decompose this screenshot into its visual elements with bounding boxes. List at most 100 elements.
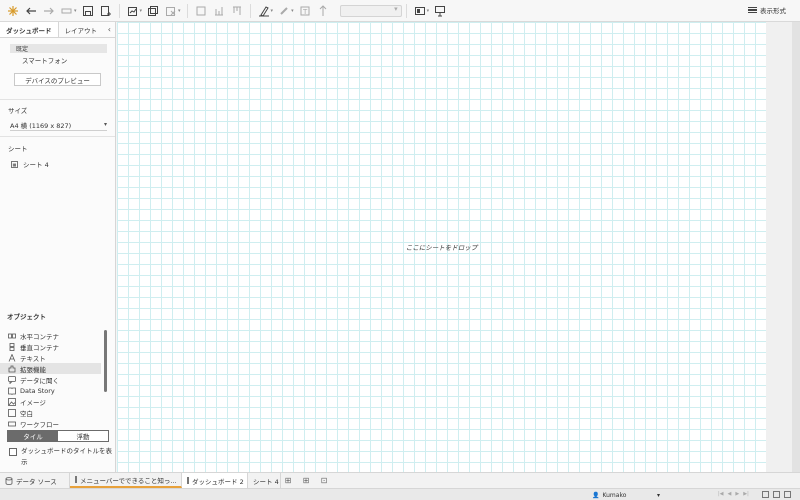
object-horizontal-container[interactable]: 水平コンテナ [0,330,101,341]
tab-menubar-story[interactable]: メニューバーでできること知っ... [70,473,182,488]
object-data-story[interactable]: Data Story [0,385,101,396]
size-select[interactable]: A4 横 (1169 x 827) [10,119,107,131]
presentation-mode-icon[interactable] [433,4,447,18]
sheet-item[interactable]: ▦ シート 4 [0,159,115,169]
extension-icon [8,365,16,373]
new-dashboard-icon[interactable]: ⊞ [299,473,313,488]
ask-data-icon [8,375,16,384]
object-image[interactable]: イメージ [0,396,101,407]
chevron-down-icon[interactable]: ▾ [271,8,274,14]
svg-text:T: T [302,8,308,16]
sheet-sorter-icon[interactable] [762,491,769,498]
object-text[interactable]: テキスト [0,352,101,363]
objects-scrollbar[interactable] [104,330,107,392]
swap-rows-columns-icon[interactable] [194,4,208,18]
horizontal-container-icon [8,332,16,340]
tab-label: データ ソース [16,477,57,486]
filmstrip-icon[interactable] [773,491,780,498]
panel-tabs: ダッシュボード レイアウト ‹ [0,22,115,38]
objects-title: オブジェクト [7,313,46,321]
duplicate-sheet-icon[interactable] [146,4,160,18]
show-me-button[interactable]: 表示形式 [748,5,786,15]
show-cards-icon[interactable] [413,4,427,18]
object-label: 水平コンテナ [20,332,59,341]
toolbar: ▾ ▾ ▾ ▾ ▾ T ▾ 表示形式 [0,0,800,22]
object-label: 空白 [20,409,33,418]
database-icon [5,476,13,485]
tab-dashboard-2[interactable]: ダッシュボード 2 [182,473,248,488]
view-mode-switcher [762,491,791,498]
object-blank[interactable]: 空白 [0,407,101,418]
device-default[interactable]: 既定 [10,44,107,53]
objects-list: 水平コンテナ 垂直コンテナ テキスト 拡張機能 データに聞く Data Stor… [0,330,116,429]
chevron-down-icon[interactable]: ▾ [291,8,294,14]
sort-ascending-icon[interactable] [212,4,226,18]
sort-descending-icon[interactable] [230,4,244,18]
dashboard-icon [187,477,189,484]
vertical-scrollbar[interactable] [792,22,800,472]
next-sheet-icon[interactable]: ▶ [735,491,739,497]
tab-layout[interactable]: レイアウト [59,22,104,37]
chevron-down-icon[interactable]: ▾ [427,8,430,14]
device-preview-button[interactable]: デバイスのプレビュー [14,73,101,86]
object-workflow[interactable]: ワークフロー [0,418,101,429]
clear-sheet-icon[interactable] [164,4,178,18]
show-me-label: 表示形式 [760,7,786,15]
tabs-view-icon[interactable] [784,491,791,498]
chevron-down-icon[interactable]: ▾ [74,8,77,14]
tab-label: メニューバーでできること知っ... [80,476,177,485]
object-extension[interactable]: 拡張機能 [0,363,101,374]
forward-dropdown-icon[interactable] [60,4,74,18]
fit-dropdown[interactable] [339,4,402,17]
blank-icon [8,408,16,417]
first-sheet-icon[interactable]: |◀ [718,491,724,497]
show-title-checkbox[interactable] [9,448,17,456]
new-data-source-icon[interactable] [99,4,113,18]
show-mark-labels-icon[interactable]: T [298,4,312,18]
object-label: 拡張機能 [20,365,46,374]
tab-sheet-4[interactable]: シート 4 [248,473,281,488]
device-phone[interactable]: スマートフォン [0,55,115,65]
left-panel: ダッシュボード レイアウト ‹ 既定 スマートフォン デバイスのプレビュー サイ… [0,22,116,472]
prev-sheet-icon[interactable]: ◀ [728,491,732,497]
toolbar-separator [405,3,407,18]
group-members-icon[interactable] [277,4,291,18]
dashboard-canvas[interactable]: ここにシートをドロップ [117,22,766,472]
sheet-item-label: シート 4 [23,161,49,169]
object-ask-data[interactable]: データに聞く [0,374,101,385]
device-section: 既定 スマートフォン デバイスのプレビュー [0,44,115,100]
float-option[interactable]: 浮動 [58,431,108,441]
show-me-icon [748,6,757,14]
collapse-panel-icon[interactable]: ‹ [108,22,115,37]
objects-section: オブジェクト 水平コンテナ 垂直コンテナ テキスト 拡張機能 データに聞く Da… [0,311,116,429]
chevron-down-icon[interactable]: ▾ [178,8,181,14]
object-vertical-container[interactable]: 垂直コンテナ [0,341,101,352]
sheet-pager: |◀ ◀ ▶ ▶| [718,491,749,497]
tableau-logo-icon[interactable] [6,4,20,18]
object-label: イメージ [20,398,46,407]
highlight-icon[interactable] [257,4,271,18]
new-worksheet-icon[interactable]: ⊞ [281,473,295,488]
new-worksheet-icon[interactable] [126,4,140,18]
redo-icon[interactable] [42,4,56,18]
fix-axes-icon[interactable] [316,4,330,18]
chevron-down-icon[interactable]: ▾ [140,8,143,14]
tile-option[interactable]: タイル [8,431,58,441]
tab-dashboard[interactable]: ダッシュボード [0,22,59,37]
tab-data-source[interactable]: データ ソース [0,473,70,488]
new-story-icon[interactable]: ⊡ [317,473,331,488]
save-icon[interactable] [81,4,95,18]
last-sheet-icon[interactable]: ▶| [743,491,749,497]
workflow-icon [8,420,16,428]
sheets-title: シート [8,145,28,153]
object-label: ワークフロー [20,420,59,429]
undo-icon[interactable] [24,4,38,18]
user-menu[interactable]: 👤 Kumako [592,491,660,499]
size-title: サイズ [8,107,28,115]
user-icon: 👤 [592,491,600,499]
toolbar-separator [118,3,120,18]
show-title-checkbox-row[interactable]: ダッシュボードのタイトルを表示 [9,446,113,468]
object-label: テキスト [20,354,46,363]
object-label: 垂直コンテナ [20,343,59,352]
dashboard-icon [75,476,77,483]
